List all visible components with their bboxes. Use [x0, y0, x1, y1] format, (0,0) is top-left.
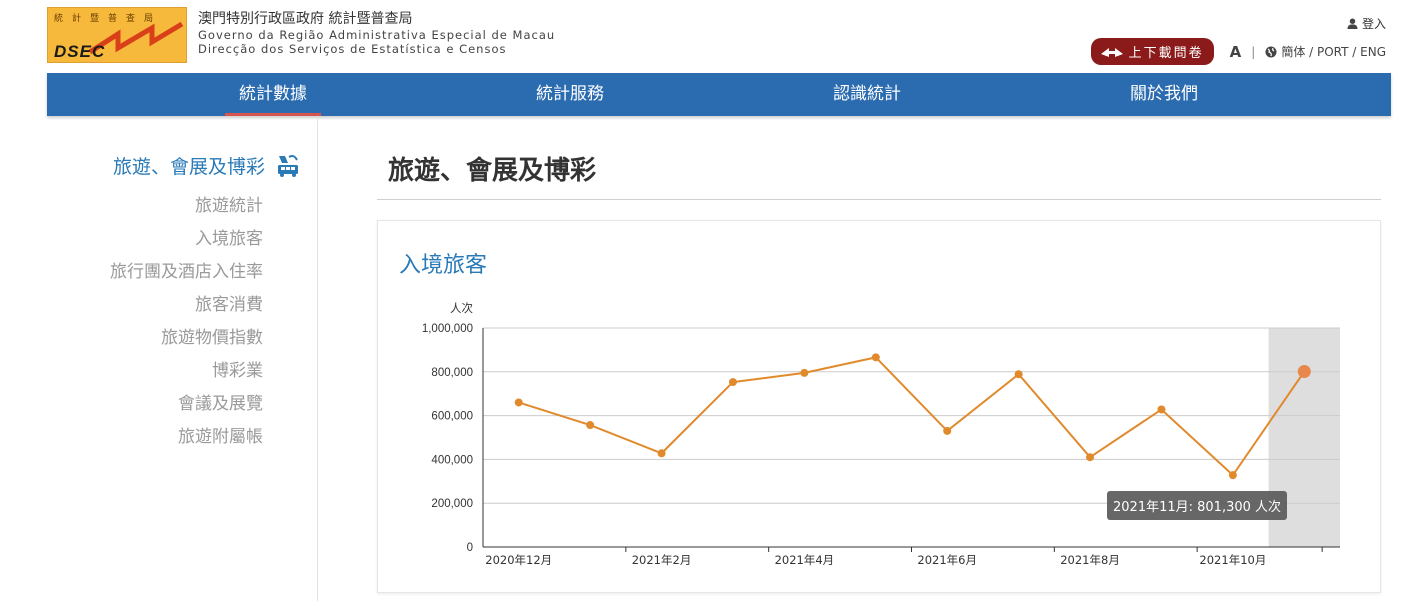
sidebar-category-label: 旅遊、會展及博彩	[112, 156, 265, 178]
site-header: 統計暨普查局 DSEC 澳門特別行政區政府 統計暨普查局 Governo da …	[0, 0, 1422, 73]
title-divider	[377, 199, 1381, 200]
logo-abbr: DSEC	[54, 42, 106, 61]
globe-icon	[1265, 46, 1277, 57]
header-tools: 上下載問卷 A | 簡体 / PORT / ENG	[1090, 38, 1386, 65]
chart-card: 入境旅客 0 200,000 400,000 600,000 800,000 1,000,…	[377, 220, 1381, 593]
page-title: 旅遊、會展及博彩	[388, 156, 597, 186]
data-point	[657, 449, 666, 458]
y-tick-label: 1,000,000	[422, 323, 473, 335]
data-point	[728, 378, 737, 387]
data-point	[514, 398, 523, 407]
data-point	[871, 353, 880, 362]
nav-item-about-us[interactable]: 關於我們	[1104, 73, 1224, 116]
y-tick-label: 600,000	[431, 411, 473, 423]
sidebar-item-tourism-statistics[interactable]: 旅遊統計	[110, 190, 263, 223]
org-name-zh: 澳門特別行政區政府 統計暨普查局	[198, 11, 413, 27]
y-axis-label: 人次	[450, 301, 473, 315]
x-tick-label: 2020年12月	[485, 553, 552, 567]
sidebar-item-tours-hotel-occupancy[interactable]: 旅行團及酒店入住率	[110, 256, 263, 289]
sidebar-item-gaming[interactable]: 博彩業	[110, 355, 263, 388]
sidebar: 旅遊、會展及博彩 旅遊統計 入境旅客 旅行團及酒店入住率 旅客消費 旅遊物價指數…	[0, 116, 318, 601]
series-line	[518, 356, 1306, 477]
org-name-pt-1: Governo da Região Administrativa Especia…	[198, 28, 556, 42]
sidebar-item-tourism-price-index[interactable]: 旅遊物價指數	[110, 322, 263, 355]
y-tick-label: 800,000	[431, 367, 473, 379]
y-tick-label: 200,000	[431, 498, 473, 510]
y-tick-label: 0	[467, 542, 473, 554]
data-point	[1228, 471, 1237, 480]
x-tick-label: 2021年10月	[1199, 553, 1266, 567]
user-icon	[1347, 18, 1358, 29]
data-point	[800, 368, 809, 377]
x-tick-label: 2021年6月	[917, 553, 977, 567]
sidebar-item-tourism-satellite-account[interactable]: 旅遊附屬帳	[110, 421, 263, 454]
nav-item-know-statistics[interactable]: 認識統計	[807, 73, 927, 116]
organization-name: 澳門特別行政區政府 統計暨普查局 Governo da Região Admin…	[198, 10, 555, 56]
sidebar-item-visitor-arrivals[interactable]: 入境旅客	[110, 223, 263, 256]
sidebar-item-visitor-expenditure[interactable]: 旅客消費	[110, 289, 263, 322]
nav-item-statistics-data[interactable]: 統計數據	[213, 73, 333, 116]
y-tick-label: 400,000	[431, 454, 473, 466]
sidebar-item-mice[interactable]: 會議及展覽	[110, 388, 263, 421]
visitor-arrivals-chart[interactable]: 0 200,000 400,000 600,000 800,000 1,000,000 人次…	[378, 221, 1380, 592]
x-tick-label: 2021年8月	[1060, 553, 1120, 567]
x-tick-label: 2021年2月	[632, 553, 692, 567]
dsec-logo[interactable]: 統計暨普查局 DSEC	[47, 7, 187, 63]
survey-label: 上下載問卷	[1128, 46, 1204, 61]
survey-download-button[interactable]: 上下載問卷	[1090, 38, 1214, 65]
data-point	[1157, 405, 1166, 414]
login-link[interactable]: 登入	[1347, 15, 1386, 32]
chart-tooltip: 2021年11月: 801,300 人次	[1107, 491, 1288, 520]
org-name-pt-2: Direcção dos Serviços de Estatística e C…	[198, 42, 507, 56]
data-point	[943, 426, 952, 435]
language-switcher[interactable]: 簡体 / PORT / ENG	[1265, 43, 1386, 60]
language-label: 簡体 / PORT / ENG	[1281, 45, 1386, 59]
main-nav: 統計數據 統計服務 認識統計 關於我們	[47, 73, 1391, 116]
sidebar-links: 旅遊統計 入境旅客 旅行團及酒店入住率 旅客消費 旅遊物價指數 博彩業 會議及展…	[110, 190, 263, 454]
data-point	[1014, 370, 1023, 379]
nav-item-statistics-services[interactable]: 統計服務	[510, 73, 630, 116]
divider: |	[1251, 44, 1256, 59]
sidebar-category[interactable]: 旅遊、會展及博彩	[113, 152, 301, 179]
data-point-highlighted	[1297, 365, 1311, 379]
tourism-icon	[278, 154, 298, 177]
data-point	[586, 421, 595, 430]
x-tick-label: 2021年4月	[775, 553, 835, 567]
login-label: 登入	[1361, 17, 1386, 31]
data-point	[1086, 453, 1095, 462]
arrows-icon	[1100, 47, 1123, 57]
font-size-button[interactable]: A	[1230, 43, 1242, 61]
